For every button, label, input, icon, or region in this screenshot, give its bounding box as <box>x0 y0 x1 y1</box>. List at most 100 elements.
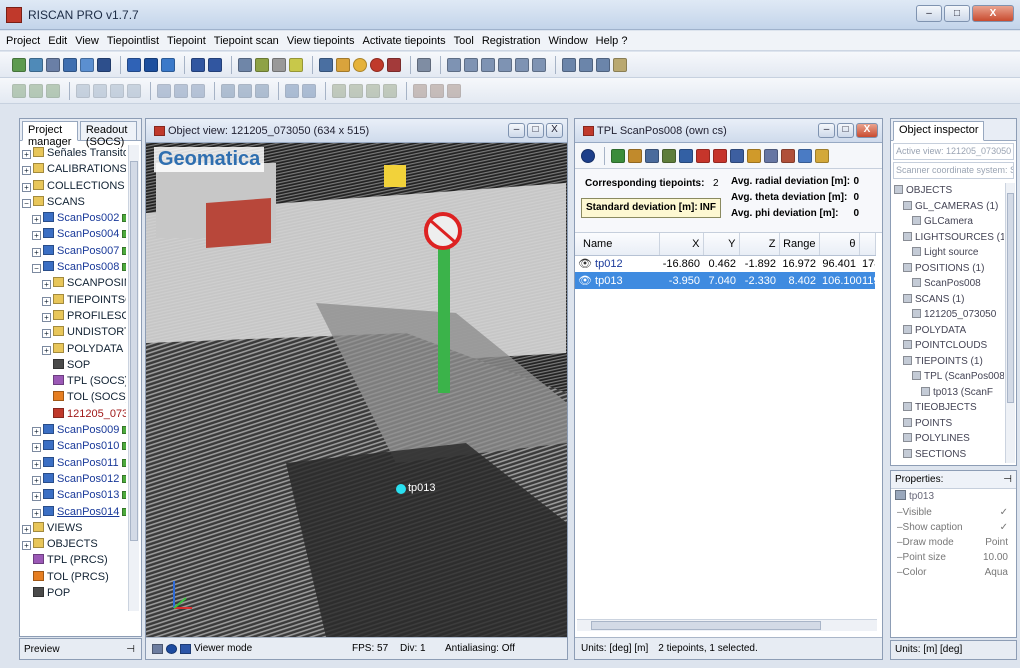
tool-j-icon[interactable] <box>613 57 627 72</box>
tree-item[interactable]: 121205_0730 <box>22 406 126 422</box>
tree-item[interactable]: + TIEPOINTSCA <box>22 292 126 308</box>
menu-tiepointlist[interactable]: Tiepointlist <box>107 35 159 47</box>
scanpos-item[interactable]: + ScanPos007 <box>22 243 126 259</box>
tool-e-icon[interactable] <box>515 57 529 72</box>
expand-toggle[interactable]: − <box>32 264 41 274</box>
inspector-tree-item[interactable]: POINTCLOUDS <box>894 338 1004 354</box>
property-row[interactable]: –Show caption ✓ <box>897 520 1016 535</box>
export-c-icon[interactable] <box>447 83 461 98</box>
scanpos-item[interactable]: + ScanPos011 <box>22 455 126 471</box>
info-icon[interactable] <box>166 643 177 654</box>
shape-a-icon[interactable] <box>76 83 90 98</box>
tiepoint-marker[interactable] <box>396 484 406 494</box>
snap-c-icon[interactable] <box>255 83 269 98</box>
list-icon[interactable] <box>815 148 829 163</box>
table-icon[interactable] <box>144 57 158 72</box>
inspector-tree-item[interactable]: GL_CAMERAS (1) <box>894 199 1004 215</box>
scanpos-item[interactable]: − ScanPos008 <box>22 259 126 275</box>
menu-tiepoint-scan[interactable]: Tiepoint scan <box>214 35 279 47</box>
tree-item[interactable]: + UNDISTORTE <box>22 324 126 340</box>
inspector-tree-item[interactable]: ScanPos008 <box>894 276 1004 292</box>
save-icon[interactable] <box>29 57 43 72</box>
tool-d-icon[interactable] <box>498 57 512 72</box>
scanpos-item[interactable]: + ScanPos013 <box>22 487 126 503</box>
tool-a-icon[interactable] <box>447 57 461 72</box>
inspector-tree-item[interactable]: POSITIONS (1) <box>894 261 1004 277</box>
back-icon[interactable] <box>191 57 205 72</box>
inspector-tree-item[interactable]: PLANES <box>894 462 1004 463</box>
menu-window[interactable]: Window <box>549 35 588 47</box>
remove-icon[interactable] <box>696 148 710 163</box>
col-name[interactable]: Name <box>575 233 660 256</box>
menu-edit[interactable]: Edit <box>48 35 67 47</box>
align-b-icon[interactable] <box>349 83 363 98</box>
filter-a-icon[interactable] <box>12 83 26 98</box>
expand-toggle[interactable]: + <box>32 427 41 437</box>
tree-item[interactable]: TOL (SOCS) <box>22 389 126 405</box>
menu-help[interactable]: Help ? <box>596 35 628 47</box>
inspector-tree-item[interactable]: TPL (ScanPos008) (1) <box>894 369 1004 385</box>
point-cloud-viewport[interactable]: Geomatica tp013 <box>146 143 567 637</box>
property-row[interactable]: –Draw mode Point <box>897 535 1016 550</box>
find-tiepoint-icon[interactable] <box>628 148 642 163</box>
expand-toggle[interactable]: + <box>22 182 31 192</box>
tree-item[interactable]: TPL (SOCS) <box>22 373 126 389</box>
tool-i-icon[interactable] <box>596 57 610 72</box>
expand-toggle[interactable]: + <box>42 280 51 290</box>
menu-view[interactable]: View <box>75 35 99 47</box>
shape-c-icon[interactable] <box>110 83 124 98</box>
menu-activate-tiepoints[interactable]: Activate tiepoints <box>362 35 445 47</box>
scanpos-item[interactable]: + ScanPos004 <box>22 226 126 242</box>
triangle-a-icon[interactable] <box>285 83 299 98</box>
snap-b-icon[interactable] <box>238 83 252 98</box>
forward-icon[interactable] <box>208 57 222 72</box>
scanpos-item[interactable]: + ScanPos010 <box>22 438 126 454</box>
inspector-tree-item[interactable]: Light source <box>894 245 1004 261</box>
shape-b-icon[interactable] <box>93 83 107 98</box>
expand-toggle[interactable]: + <box>42 296 51 306</box>
shape-d-icon[interactable] <box>127 83 141 98</box>
pin-icon[interactable]: ⊣ <box>126 644 135 655</box>
tpl-close-button[interactable]: X <box>856 123 878 138</box>
inspector-scrollbar[interactable] <box>1005 183 1015 463</box>
stop-icon[interactable] <box>370 57 384 72</box>
settings-icon[interactable] <box>152 643 163 654</box>
find-icon[interactable] <box>353 57 367 72</box>
project-tree-scrollbar[interactable] <box>128 145 139 611</box>
menu-tool[interactable]: Tool <box>454 35 474 47</box>
tool-h-icon[interactable] <box>579 57 593 72</box>
expand-toggle[interactable]: + <box>42 312 51 322</box>
view-maximize-button[interactable]: □ <box>527 123 544 138</box>
inspector-tree-item[interactable]: SCANS (1) <box>894 292 1004 308</box>
triangle-b-icon[interactable] <box>302 83 316 98</box>
expand-toggle[interactable]: + <box>42 329 51 339</box>
col-range[interactable]: Range <box>779 233 820 256</box>
star-c-icon[interactable] <box>191 83 205 98</box>
chart-icon[interactable] <box>764 148 778 163</box>
tab-object-inspector[interactable]: Object inspector <box>893 121 985 141</box>
pin-icon[interactable]: ⊣ <box>1003 474 1012 485</box>
scanpos-item[interactable]: + ScanPos009 <box>22 422 126 438</box>
expand-toggle[interactable]: + <box>32 459 41 469</box>
link-icon[interactable] <box>662 148 676 163</box>
refresh-icon[interactable] <box>611 148 625 163</box>
tree-item[interactable]: POP <box>22 585 126 601</box>
table-row[interactable]: 👁 tp012 -16.860 0.462 -1.892 16.972 96.4… <box>575 255 875 272</box>
scanpos-item[interactable]: + ScanPos014 <box>22 504 126 520</box>
expand-toggle[interactable]: + <box>22 166 31 176</box>
project-icon[interactable] <box>46 57 60 72</box>
table-hscrollbar[interactable] <box>577 619 877 631</box>
sort-icon[interactable] <box>747 148 761 163</box>
export-a-icon[interactable] <box>413 83 427 98</box>
menu-project[interactable]: Project <box>6 35 40 47</box>
tree-item[interactable]: + COLLECTIONS <box>22 178 126 194</box>
tpl-minimize-button[interactable]: – <box>818 123 835 138</box>
document-icon[interactable] <box>238 57 252 72</box>
tree-item[interactable]: SOP <box>22 357 126 373</box>
expand-toggle[interactable]: + <box>22 524 31 534</box>
inspector-tree-item[interactable]: POINTS <box>894 416 1004 432</box>
tree-item[interactable]: + SCANPOSIM <box>22 275 126 291</box>
col-z[interactable]: Z <box>739 233 780 256</box>
save-view-icon[interactable] <box>180 643 191 654</box>
star-a-icon[interactable] <box>157 83 171 98</box>
